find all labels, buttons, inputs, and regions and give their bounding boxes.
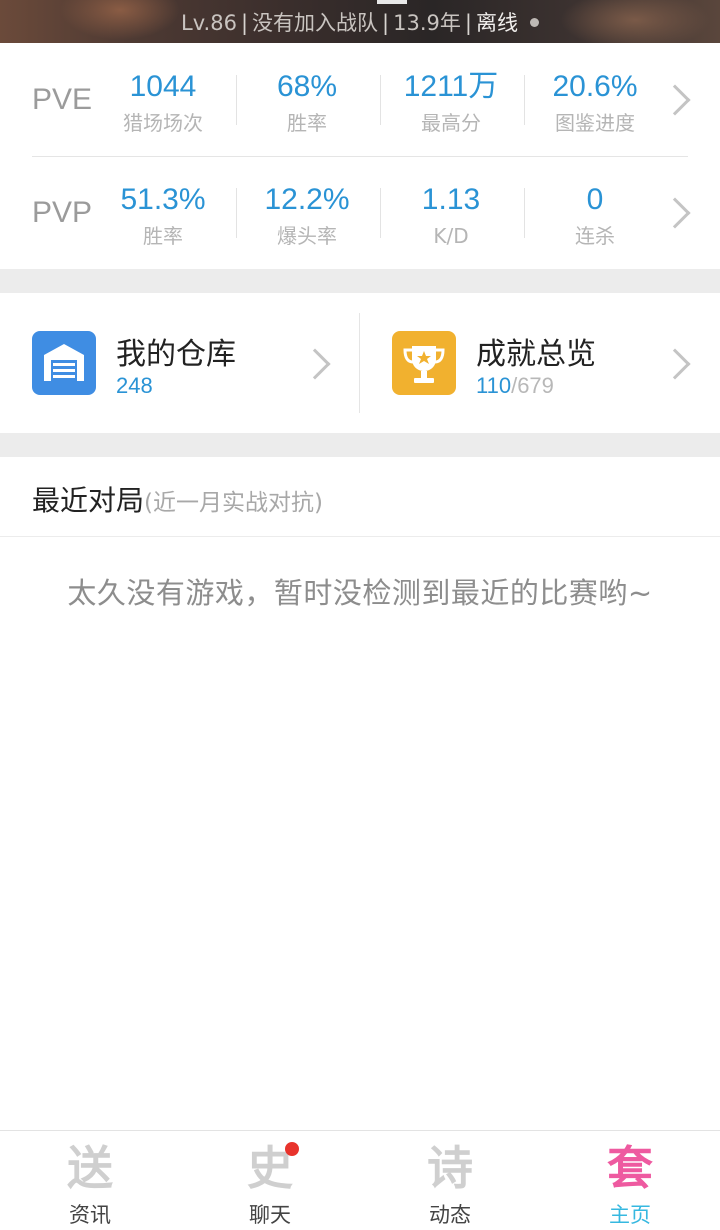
stat-value: 1044 xyxy=(129,70,197,103)
profile-banner: Lv.86 | 没有加入战队 | 13.9年 | 离线 xyxy=(0,0,720,43)
trophy-icon xyxy=(392,331,456,395)
bottom-tab-bar: 送 资讯 史 聊天 诗 动态 套 主页 xyxy=(0,1130,720,1230)
pve-label: PVE xyxy=(32,83,93,116)
warehouse-icon xyxy=(32,331,96,395)
tab-home[interactable]: 套 主页 xyxy=(540,1131,720,1230)
account-age: 13.9年 xyxy=(393,11,461,35)
stat-label: 图鉴进度 xyxy=(555,111,635,135)
stat-value: 51.3% xyxy=(120,183,206,216)
stats-card: PVE 1044 猎场场次 68% 胜率 1211万 最高分 20.6% 图鉴进… xyxy=(0,43,720,269)
recent-title: 最近对局 xyxy=(32,484,145,517)
tab-news[interactable]: 送 资讯 xyxy=(0,1131,180,1230)
home-icon: 套 xyxy=(607,1141,653,1195)
stat-value: 68% xyxy=(276,70,338,103)
chevron-right-icon xyxy=(299,348,331,380)
section-gap xyxy=(0,269,720,293)
warehouse-tile[interactable]: 我的仓库 248 xyxy=(0,293,360,433)
pvp-label: PVP xyxy=(32,196,93,229)
profile-info-line: Lv.86 | 没有加入战队 | 13.9年 | 离线 xyxy=(0,7,720,37)
achievements-count: 110/679 xyxy=(476,373,554,399)
shortcut-tiles: 我的仓库 248 成就总览 110/679 xyxy=(0,293,720,433)
pve-stat-collection: 20.6% 图鉴进度 xyxy=(523,67,667,137)
player-level: Lv.86 xyxy=(181,11,237,35)
status-dot-icon xyxy=(529,17,539,27)
achievements-title: 成就总览 xyxy=(476,337,596,372)
tab-label: 资讯 xyxy=(69,1203,111,1227)
player-team: 没有加入战队 xyxy=(252,11,379,35)
stat-value: 12.2% xyxy=(264,183,350,216)
pvp-stat-kd: 1.13 K/D xyxy=(379,180,523,250)
pve-stat-highscore: 1211万 最高分 xyxy=(379,67,523,137)
feed-icon: 诗 xyxy=(427,1141,473,1195)
recent-matches-header: 最近对局(近一月实战对抗) xyxy=(0,457,720,537)
stat-value: 0 xyxy=(586,183,604,216)
pve-stat-winrate: 68% 胜率 xyxy=(235,67,379,137)
stat-label: 最高分 xyxy=(421,111,481,135)
stat-value: 1211万 xyxy=(403,70,499,103)
tab-chat[interactable]: 史 聊天 xyxy=(180,1131,360,1230)
tab-feed[interactable]: 诗 动态 xyxy=(360,1131,540,1230)
achievements-done: 110 xyxy=(476,373,512,398)
pvp-stat-winrate: 51.3% 胜率 xyxy=(91,180,235,250)
stat-label: 爆头率 xyxy=(277,224,337,248)
pve-stat-matches: 1044 猎场场次 xyxy=(91,67,235,137)
stat-label: 胜率 xyxy=(143,224,183,248)
banner-handle xyxy=(377,0,407,4)
recent-matches-title: 最近对局(近一月实战对抗) xyxy=(32,479,323,519)
stat-label: K/D xyxy=(433,224,469,248)
achievements-total: /679 xyxy=(511,373,554,398)
stat-value: 1.13 xyxy=(421,183,481,216)
tab-label: 聊天 xyxy=(249,1203,291,1227)
stat-value: 20.6% xyxy=(552,70,638,103)
pve-stats-row[interactable]: PVE 1044 猎场场次 68% 胜率 1211万 最高分 20.6% 图鉴进… xyxy=(0,43,720,155)
notification-badge xyxy=(285,1142,299,1156)
recent-subtitle: (近一月实战对抗) xyxy=(144,490,323,516)
online-status: 离线 xyxy=(475,11,518,35)
stat-label: 连杀 xyxy=(575,224,615,248)
warehouse-title: 我的仓库 xyxy=(116,337,236,372)
chevron-right-icon xyxy=(659,348,691,380)
news-icon: 送 xyxy=(67,1141,113,1195)
pvp-stats-row[interactable]: PVP 51.3% 胜率 12.2% 爆头率 1.13 K/D 0 连杀 xyxy=(0,156,720,268)
pvp-stat-streak: 0 连杀 xyxy=(523,180,667,250)
stat-label: 猎场场次 xyxy=(123,111,203,135)
tab-label: 动态 xyxy=(429,1203,471,1227)
achievements-tile[interactable]: 成就总览 110/679 xyxy=(360,293,720,433)
warehouse-count: 248 xyxy=(116,373,153,398)
tab-label: 主页 xyxy=(609,1203,651,1227)
empty-state-message: 太久没有游戏，暂时没检测到最近的比赛哟~ xyxy=(67,576,653,610)
stat-label: 胜率 xyxy=(287,111,327,135)
pvp-stat-headshot: 12.2% 爆头率 xyxy=(235,180,379,250)
section-gap xyxy=(0,433,720,457)
